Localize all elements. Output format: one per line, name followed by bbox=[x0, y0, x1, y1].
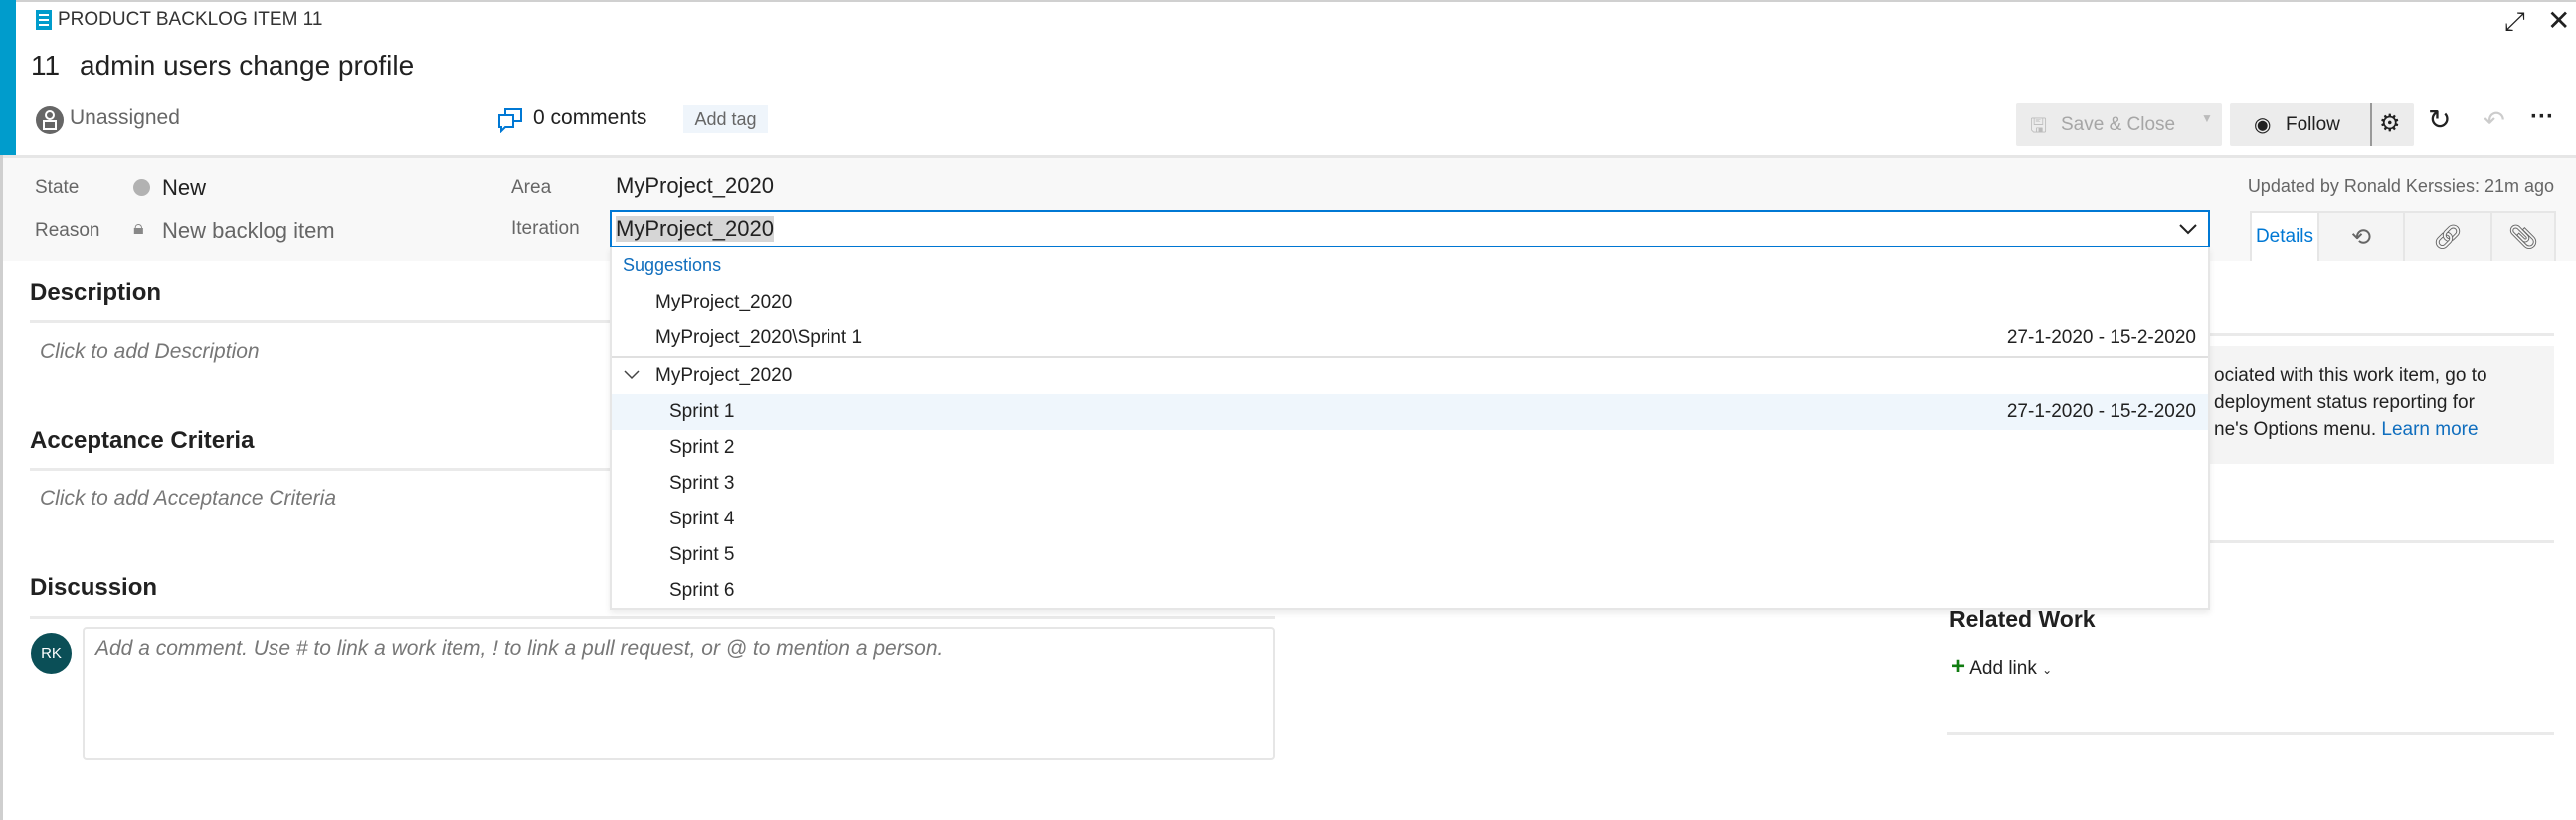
add-tag-button[interactable]: Add tag bbox=[683, 105, 768, 133]
tree-option-sprint-3[interactable]: Sprint 3 bbox=[612, 466, 2208, 502]
save-icon: 🖫 bbox=[2030, 115, 2048, 137]
tab-attachments-icon[interactable]: 📎︎ bbox=[2490, 211, 2556, 261]
iteration-dropdown: Suggestions MyProject_2020 MyProject_202… bbox=[610, 247, 2210, 610]
chevron-down-icon[interactable] bbox=[624, 370, 640, 380]
gear-icon[interactable]: ⚙ bbox=[2379, 109, 2401, 138]
window-top-border bbox=[0, 0, 2576, 2]
save-close-button[interactable]: 🖫 Save & Close ▼ bbox=[2016, 103, 2222, 146]
save-close-label: Save & Close bbox=[2061, 114, 2176, 135]
option-label: MyProject_2020\Sprint 1 bbox=[655, 327, 863, 348]
tab-details[interactable]: Details bbox=[2250, 211, 2319, 261]
state-field[interactable]: New bbox=[162, 175, 206, 201]
more-options-icon[interactable]: ··· bbox=[2530, 103, 2554, 131]
follow-button[interactable]: ◉ Follow ⚙ bbox=[2230, 103, 2414, 146]
area-label: Area bbox=[511, 177, 552, 198]
discussion-heading: Discussion bbox=[30, 574, 158, 601]
description-heading: Description bbox=[30, 279, 162, 306]
chevron-down-icon[interactable] bbox=[2178, 222, 2198, 236]
suggestions-header: Suggestions bbox=[623, 255, 722, 275]
tree-option-sprint-6[interactable]: Sprint 6 bbox=[612, 573, 2208, 609]
divider bbox=[30, 616, 1275, 619]
tree-option-sprint-4[interactable]: Sprint 4 bbox=[612, 502, 2208, 537]
unassigned-avatar-icon bbox=[36, 106, 64, 134]
option-label: MyProject_2020 bbox=[655, 292, 793, 312]
close-icon[interactable]: ✕ bbox=[2547, 4, 2570, 37]
option-label: MyProject_2020 bbox=[655, 365, 793, 386]
reason-label: Reason bbox=[35, 220, 100, 241]
chevron-down-icon: ⌄ bbox=[2042, 663, 2053, 677]
learn-more-link[interactable]: Learn more bbox=[2381, 419, 2478, 440]
divider bbox=[2370, 103, 2372, 146]
tree-option-sprint-5[interactable]: Sprint 5 bbox=[612, 537, 2208, 573]
iteration-input[interactable]: MyProject_2020 bbox=[610, 210, 2210, 248]
option-dates: 27-1-2020 - 15-2-2020 bbox=[2006, 401, 2196, 422]
info-text: ne's Options menu. bbox=[2214, 419, 2377, 440]
save-dropdown-icon[interactable]: ▼ bbox=[2201, 111, 2213, 125]
description-editor[interactable]: Click to add Description bbox=[40, 340, 260, 364]
tab-history-icon[interactable]: ⟲ bbox=[2317, 211, 2405, 261]
lock-icon: 🔒︎ bbox=[133, 217, 144, 239]
suggestion-option[interactable]: MyProject_2020\Sprint 1 27-1-2020 - 15-2-… bbox=[612, 320, 2208, 356]
follow-label: Follow bbox=[2286, 114, 2340, 135]
divider bbox=[1947, 732, 2554, 735]
plus-icon: + bbox=[1951, 653, 1966, 680]
eye-icon: ◉ bbox=[2254, 114, 2272, 136]
comment-input[interactable]: Add a comment. Use # to link a work item… bbox=[83, 627, 1275, 760]
related-work-heading: Related Work bbox=[1949, 606, 2096, 632]
work-item-title[interactable]: admin users change profile bbox=[78, 50, 416, 82]
acceptance-heading: Acceptance Criteria bbox=[30, 427, 255, 454]
suggestion-option[interactable]: MyProject_2020 bbox=[612, 285, 2208, 320]
state-dot-icon bbox=[133, 179, 150, 196]
acceptance-editor[interactable]: Click to add Acceptance Criteria bbox=[40, 487, 336, 511]
add-link-button[interactable]: + Add link ⌄ bbox=[1951, 653, 2052, 681]
updated-by: Updated by Ronald Kerssies: 21m ago bbox=[2247, 176, 2554, 196]
undo-icon[interactable]: ↶ bbox=[2484, 105, 2505, 136]
work-item-type: PRODUCT BACKLOG ITEM 11 bbox=[58, 9, 323, 30]
option-label: Sprint 4 bbox=[669, 509, 735, 529]
comment-placeholder: Add a comment. Use # to link a work item… bbox=[95, 637, 944, 660]
expand-icon[interactable]: ⤢ bbox=[2504, 6, 2525, 38]
assignee-field[interactable]: Unassigned bbox=[70, 106, 180, 130]
option-label: Sprint 1 bbox=[669, 401, 735, 422]
tab-links-icon[interactable]: 🔗︎ bbox=[2403, 211, 2492, 261]
info-text: deployment status reporting for bbox=[2214, 392, 2475, 413]
option-label: Sprint 2 bbox=[669, 437, 735, 458]
comments-icon bbox=[498, 108, 522, 133]
option-dates: 27-1-2020 - 15-2-2020 bbox=[2006, 327, 2196, 348]
comments-link[interactable]: 0 comments bbox=[533, 106, 646, 130]
tree-option-sprint-1[interactable]: Sprint 1 27-1-2020 - 15-2-2020 bbox=[612, 394, 2208, 430]
add-link-label: Add link bbox=[1969, 658, 2037, 679]
area-field[interactable]: MyProject_2020 bbox=[616, 173, 774, 199]
tree-root-option[interactable]: MyProject_2020 bbox=[612, 358, 2208, 394]
option-label: Sprint 3 bbox=[669, 473, 735, 494]
info-text: ociated with this work item, go to bbox=[2214, 365, 2487, 386]
work-item-id: 11 bbox=[31, 50, 61, 81]
state-label: State bbox=[35, 177, 80, 198]
iteration-label: Iteration bbox=[511, 218, 580, 239]
reason-field: New backlog item bbox=[162, 218, 335, 243]
work-item-type-color-bar bbox=[0, 0, 16, 155]
tree-option-sprint-2[interactable]: Sprint 2 bbox=[612, 430, 2208, 466]
iteration-input-value: MyProject_2020 bbox=[616, 216, 774, 242]
option-label: Sprint 6 bbox=[669, 580, 735, 601]
refresh-icon[interactable]: ↻ bbox=[2428, 103, 2451, 136]
avatar: RK bbox=[31, 633, 72, 674]
option-label: Sprint 5 bbox=[669, 544, 735, 565]
backlog-item-icon bbox=[36, 10, 52, 30]
